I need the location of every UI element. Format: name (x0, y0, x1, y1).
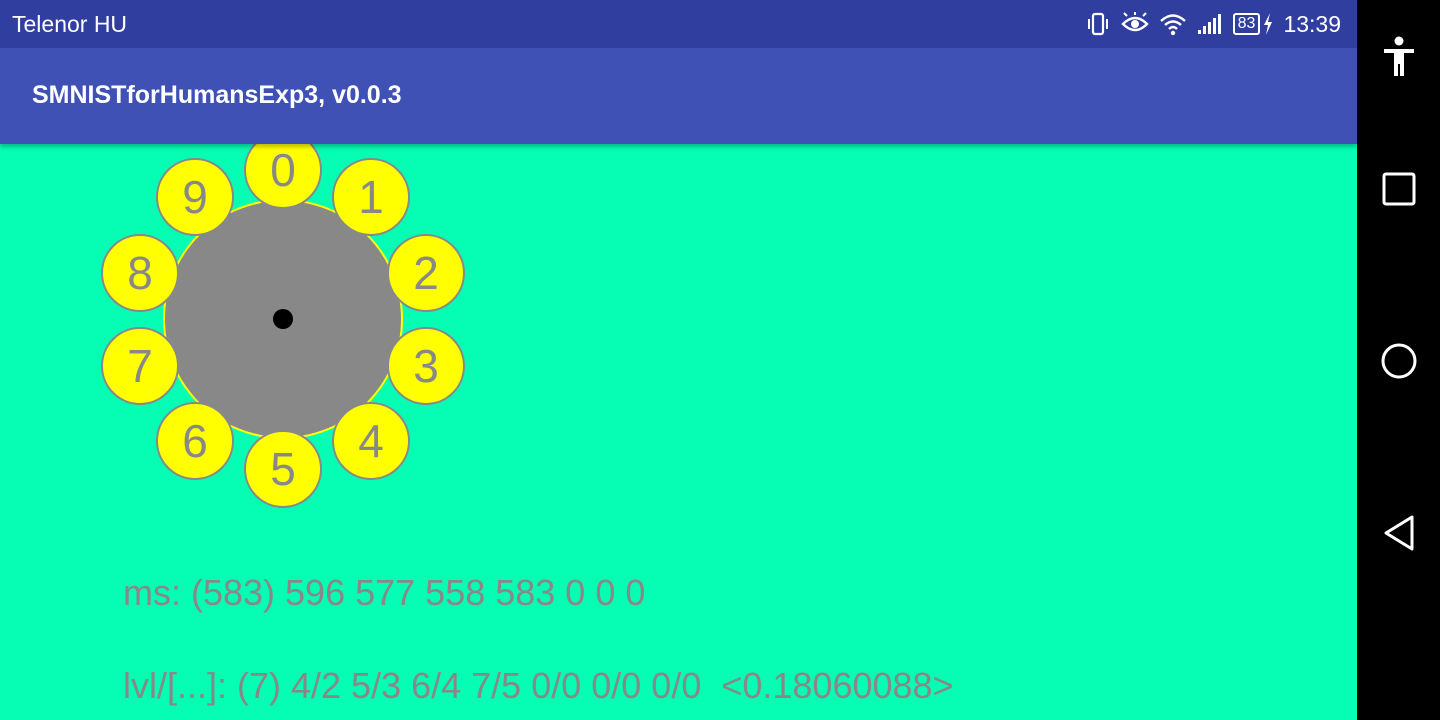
ms-readout: ms: (583) 596 577 558 583 0 0 0 (123, 572, 646, 613)
digit-label: 2 (413, 247, 439, 299)
clock: 13:39 (1283, 10, 1341, 37)
digit-label: 4 (358, 415, 384, 467)
home-icon (1381, 343, 1416, 379)
digit-button-3[interactable]: 3 (387, 327, 465, 405)
digit-label: 3 (413, 340, 439, 392)
digit-label: 8 (127, 247, 153, 299)
digit-button-7[interactable]: 7 (101, 327, 179, 405)
navigation-bar (1357, 0, 1440, 720)
digit-label: 7 (127, 340, 153, 392)
back-icon (1384, 515, 1413, 551)
digit-button-1[interactable]: 1 (332, 158, 410, 236)
digit-dial: 0 12 34 5 67 89 (101, 131, 465, 508)
signal-icon (1197, 14, 1221, 34)
status-bar: Telenor HU 83 13:39 (0, 0, 1357, 48)
carrier-name: Telenor HU (12, 11, 128, 37)
app-bar: SMNISTforHumansExp3, v0.0.3 (0, 48, 1357, 144)
level-readout: lvl/[...]: (7) 4/2 5/3 6/4 7/5 0/0 0/0 0… (123, 665, 954, 706)
battery-icon: 83 (1232, 13, 1261, 35)
home-button[interactable] (1357, 342, 1440, 380)
charging-icon (1264, 13, 1273, 35)
status-icons: 83 13:39 (1085, 9, 1341, 39)
accessibility-button[interactable] (1357, 36, 1440, 78)
digit-label: 6 (182, 415, 208, 467)
app-screen: Telenor HU 83 13:39 SMNISTforHumansExp3,… (0, 0, 1357, 720)
vibrate-icon (1087, 12, 1108, 36)
back-button[interactable] (1357, 514, 1440, 552)
digit-button-9[interactable]: 9 (156, 158, 234, 236)
recents-button[interactable] (1357, 172, 1440, 206)
app-title: SMNISTforHumansExp3, v0.0.3 (32, 81, 402, 109)
digit-label: 5 (270, 443, 296, 495)
recents-icon (1382, 172, 1415, 206)
accessibility-icon (1383, 36, 1414, 76)
eye-icon (1120, 12, 1149, 32)
digit-button-6[interactable]: 6 (156, 402, 234, 480)
digit-label: 0 (270, 144, 296, 196)
digit-button-5[interactable]: 5 (244, 430, 322, 508)
dial-center-dot (273, 309, 293, 329)
wifi-icon (1159, 14, 1186, 36)
digit-button-4[interactable]: 4 (332, 402, 410, 480)
battery-indicator: 83 (1232, 12, 1274, 36)
digit-label: 1 (358, 171, 384, 223)
digit-label: 9 (182, 171, 208, 223)
digit-button-8[interactable]: 8 (101, 234, 179, 312)
digit-button-2[interactable]: 2 (387, 234, 465, 312)
